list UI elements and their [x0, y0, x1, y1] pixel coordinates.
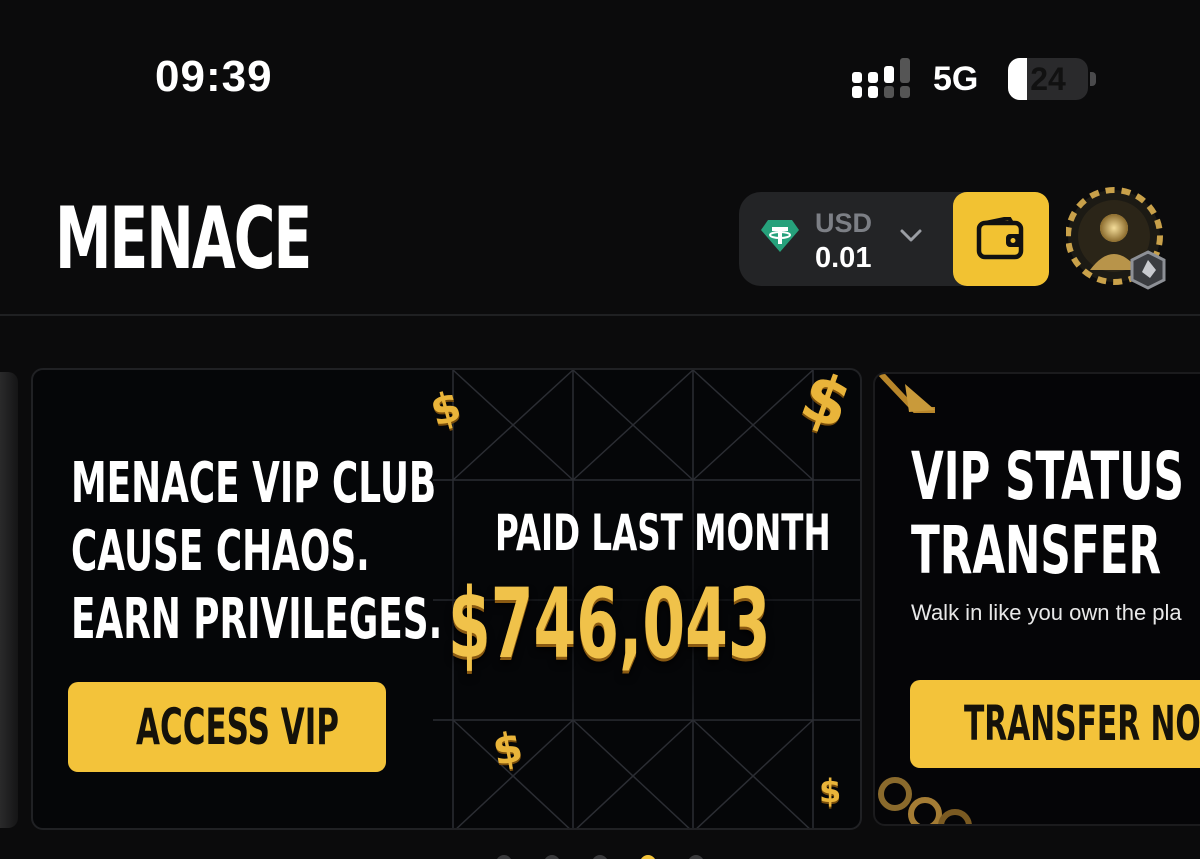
banner-vip-club[interactable]: MENACE VIP CLUB CAUSE CHAOS. EARN PRIVIL…	[31, 368, 862, 830]
signal-strength-icon	[852, 58, 910, 98]
transfer-now-label: TRANSFER NOW	[964, 696, 1200, 752]
paid-last-month-label: PAID LAST MONTH	[495, 504, 831, 562]
transfer-now-button[interactable]: TRANSFER NOW	[910, 680, 1200, 768]
balance-amount: 0.01	[815, 242, 872, 274]
header-divider	[0, 314, 1200, 316]
carousel-pagination[interactable]	[0, 851, 1200, 859]
banner-line-2: CAUSE CHAOS.	[71, 519, 370, 584]
paid-last-month-amount: $746,043	[448, 568, 771, 680]
status-time: 09:39	[155, 52, 273, 101]
access-vip-button[interactable]: ACCESS VIP	[68, 682, 386, 772]
vip-transfer-title-2: TRANSFER	[911, 512, 1162, 589]
battery-tip	[1090, 72, 1096, 86]
menace-logo[interactable]: MENACE	[55, 196, 312, 282]
coin-dollar-icon: $	[819, 772, 842, 810]
banner-vip-transfer[interactable]: VIP STATUS TRANSFER Walk in like you own…	[873, 372, 1200, 826]
access-vip-label: ACCESS VIP	[136, 698, 339, 756]
network-type: 5G	[933, 60, 979, 98]
currency-code: USD	[815, 208, 873, 238]
chevron-down-icon[interactable]	[897, 226, 925, 246]
previous-banner-peek[interactable]	[0, 372, 18, 828]
banner-line-1: MENACE VIP CLUB	[71, 451, 437, 516]
wallet-button[interactable]	[953, 192, 1049, 286]
battery-icon: 24	[1008, 58, 1088, 100]
vip-avatar-icon[interactable]	[1066, 186, 1166, 296]
wallet-icon	[976, 217, 1024, 260]
vip-transfer-subtitle: Walk in like you own the pla	[911, 600, 1182, 625]
vip-transfer-title-1: VIP STATUS	[911, 438, 1184, 515]
tether-icon	[761, 220, 799, 252]
banner-line-3: EARN PRIVILEGES.	[71, 587, 443, 652]
battery-percent: 24	[1030, 61, 1066, 97]
